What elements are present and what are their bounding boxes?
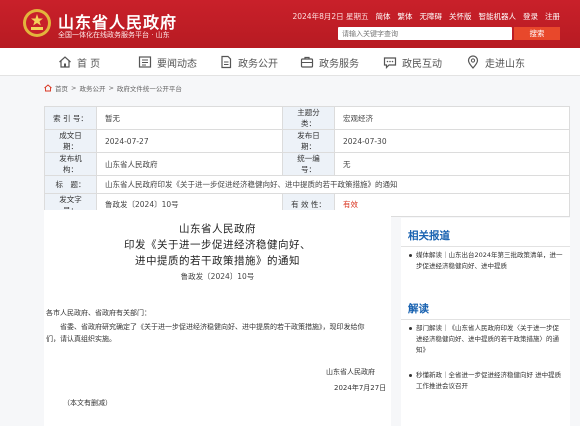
article-title-line: 进中提质的若干政策措施》的通知 <box>135 255 300 267</box>
bullet-icon <box>409 327 412 330</box>
related-report-link[interactable]: 媒体解读｜山东出台2024年第三批政策清单，进一步促进经济稳健向好、进中提质 <box>409 250 565 272</box>
link-accessibility[interactable]: 无障碍 <box>420 11 443 22</box>
link-robot[interactable]: 智能机器人 <box>479 11 517 22</box>
meta-value: 2024-07-27 <box>96 129 283 153</box>
current-date: 2024年8月2日 星期五 <box>292 12 369 21</box>
breadcrumb-separator: > <box>108 84 114 92</box>
meta-key: 发布日期： <box>282 129 335 153</box>
table-row: 标 题： 山东省人民政府印发《关于进一步促进经济稳健向好、进中提质的若干政策措施… <box>44 175 570 194</box>
meta-key: 统一编号： <box>282 152 335 176</box>
document-meta-table: 索 引 号： 暂无 主题分类： 宏观经济 成文日期： 2024-07-27 发布… <box>44 106 570 217</box>
link-login[interactable]: 登录 <box>523 11 538 22</box>
related-reports-heading: 相关报道 <box>408 230 450 242</box>
article-paragraph: 省委、省政府研究确定了《关于进一步促进经济稳健向好、进中提质的若干政策措施》，现… <box>60 323 365 331</box>
meta-key: 主题分类： <box>282 106 335 130</box>
national-emblem-icon <box>23 9 51 37</box>
meta-key: 索 引 号： <box>44 106 97 130</box>
location-icon <box>467 55 479 69</box>
nav-label: 政务服务 <box>319 58 359 70</box>
home-icon <box>44 84 52 92</box>
nav-label: 首 页 <box>77 58 101 70</box>
news-icon <box>138 56 152 68</box>
table-row: 索 引 号： 暂无 主题分类： 宏观经济 <box>44 106 570 130</box>
link-traditional[interactable]: 繁体 <box>398 11 413 22</box>
article-title-line: 印发《关于进一步促进经济稳健向好、 <box>124 239 311 251</box>
nav-label: 要闻动态 <box>157 58 197 70</box>
article-title-line: 山东省人民政府 <box>179 223 256 235</box>
nav-label: 政务公开 <box>238 58 278 70</box>
nav-gov-affairs[interactable]: 政务公开 <box>219 48 278 76</box>
site-subtitle[interactable]: 全国一体化在线政务服务平台 · 山东 <box>58 30 170 40</box>
breadcrumb-gov-affairs[interactable]: 政务公开 <box>79 83 105 93</box>
right-sidebar: 相关报道 媒体解读｜山东出台2024年第三批政策清单，进一步促进经济稳健向好、进… <box>401 218 570 426</box>
divider <box>401 319 570 320</box>
link-simplified[interactable]: 简体 <box>376 11 391 22</box>
interpretation-heading: 解读 <box>408 303 429 315</box>
article-paragraph: 各市人民政府、省政府有关部门： <box>46 309 151 317</box>
document-icon <box>221 55 232 69</box>
table-row: 成文日期： 2024-07-27 发布日期： 2024-07-30 <box>44 129 570 153</box>
top-links: 2024年8月2日 星期五 简体 繁体 无障碍 关怀版 智能机器人 登录 注册 <box>292 11 560 22</box>
nav-home[interactable]: 首 页 <box>58 48 100 76</box>
main-nav: 首 页 要闻动态 政务公开 政务服务 政民互动 走进山东 <box>0 48 580 76</box>
meta-key: 发布机构： <box>44 152 97 176</box>
meta-key: 成文日期： <box>44 129 97 153</box>
interpretation-link[interactable]: 部门解读｜《山东省人民政府印发〈关于进一步促进经济稳健向好、进中提质的若干政策措… <box>409 323 565 356</box>
article-doc-number: 鲁政发〔2024〕10号 <box>180 272 255 281</box>
nav-gov-services[interactable]: 政务服务 <box>300 48 359 76</box>
article-note: （本文有删减） <box>63 399 112 407</box>
meta-value: 暂无 <box>96 106 283 130</box>
meta-value: 无 <box>334 152 570 176</box>
nav-label: 政民互动 <box>402 58 442 70</box>
search-button[interactable]: 搜索 <box>514 27 560 40</box>
breadcrumb-separator: > <box>71 84 77 92</box>
meta-title-value: 山东省人民政府印发《关于进一步促进经济稳健向好、进中提质的若干政策措施》的通知 <box>96 175 570 194</box>
nav-shandong[interactable]: 走进山东 <box>466 48 525 76</box>
chat-icon <box>383 57 397 69</box>
nav-news[interactable]: 要闻动态 <box>138 48 197 76</box>
bullet-icon <box>409 254 412 257</box>
site-header: 山东省人民政府 全国一体化在线政务服务平台 · 山东 2024年8月2日 星期五… <box>0 0 580 48</box>
interpretation-link[interactable]: 秒懂新政｜全省进一步促进经济稳健向好 进中提质工作推进会议召开 <box>409 370 565 392</box>
nav-interaction[interactable]: 政民互动 <box>383 48 442 76</box>
divider <box>401 246 570 247</box>
search-input[interactable] <box>338 27 512 40</box>
breadcrumb-home[interactable]: 首页 <box>55 83 68 93</box>
article-body: 山东省人民政府 印发《关于进一步促进经济稳健向好、 进中提质的若干政策措施》的通… <box>44 210 391 426</box>
breadcrumb-docs-platform[interactable]: 政府文件统一公开平台 <box>117 83 182 93</box>
signature-date: 2024年7月27日 <box>334 384 387 392</box>
breadcrumb: 首页 > 政务公开 > 政府文件统一公开平台 <box>44 83 182 93</box>
meta-value: 宏观经济 <box>334 106 570 130</box>
link-register[interactable]: 注册 <box>545 11 560 22</box>
link-care-mode[interactable]: 关怀版 <box>449 11 472 22</box>
bullet-icon <box>409 374 412 377</box>
signature-org: 山东省人民政府 <box>326 368 375 376</box>
home-icon <box>59 56 71 68</box>
article-paragraph: 们，请认真组织实施。 <box>46 335 116 343</box>
meta-value: 2024-07-30 <box>334 129 570 153</box>
meta-key: 标 题： <box>44 175 97 194</box>
table-row: 发布机构： 山东省人民政府 统一编号： 无 <box>44 152 570 176</box>
nav-label: 走进山东 <box>485 58 525 70</box>
service-icon <box>300 56 314 68</box>
meta-value: 山东省人民政府 <box>96 152 283 176</box>
